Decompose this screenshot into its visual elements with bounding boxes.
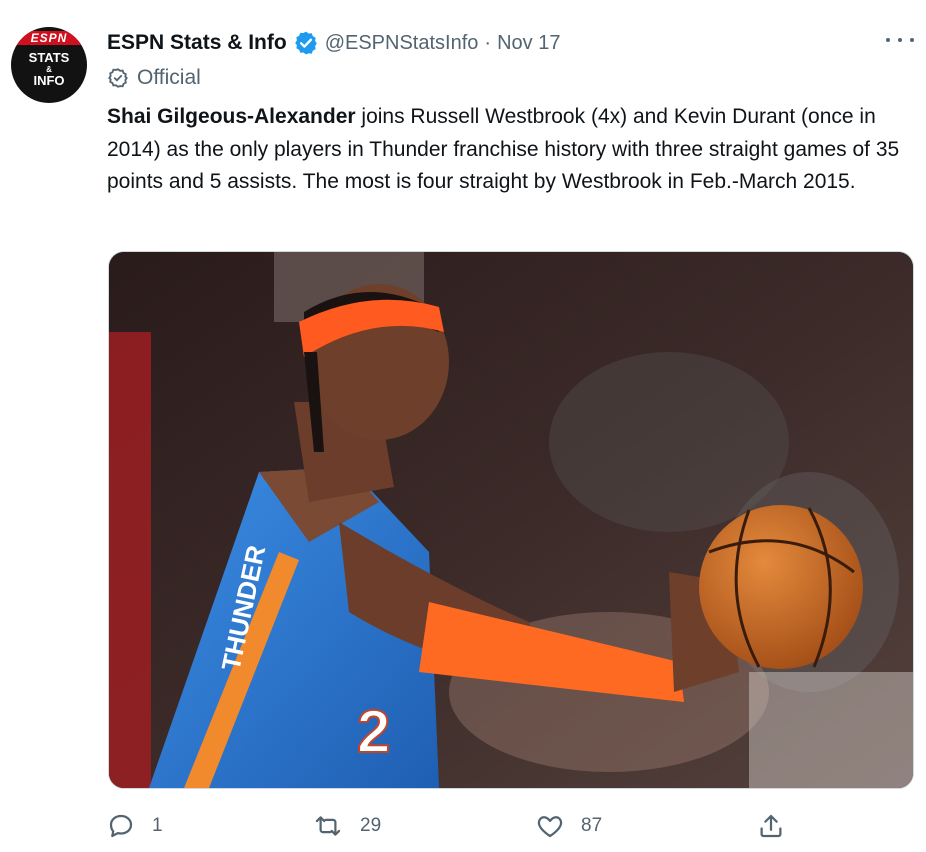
- tweet-header: ESPN Stats & Info @ESPNStatsInfo · Nov 17: [107, 28, 560, 58]
- action-bar: 1 29 87: [0, 808, 926, 844]
- reply-count: 1: [152, 815, 163, 836]
- more-icon[interactable]: [886, 30, 914, 50]
- official-icon: [108, 68, 128, 88]
- official-text: Official: [137, 66, 201, 89]
- avatar-line-3: INFO: [33, 73, 65, 88]
- retweet-count: 29: [360, 815, 382, 836]
- jersey-number: 2: [357, 698, 390, 765]
- like-button[interactable]: 87: [535, 808, 602, 844]
- meta-separator: ·: [484, 31, 492, 54]
- official-label: Official: [107, 66, 201, 90]
- retweet-icon: [315, 816, 341, 836]
- tweet-date[interactable]: Nov 17: [497, 32, 560, 54]
- share-button[interactable]: [756, 808, 802, 844]
- avatar-line-1: STATS: [28, 50, 70, 65]
- tweet-text: Shai Gilgeous-Alexander joins Russell We…: [107, 101, 907, 199]
- avatar[interactable]: ESPN STATS & INFO: [11, 27, 87, 103]
- verified-icon: [294, 31, 317, 55]
- reply-button[interactable]: 1: [106, 808, 163, 844]
- tweet-card[interactable]: ESPN STATS & INFO ESPN Stats & Info @ESP…: [0, 0, 926, 852]
- like-icon: [537, 816, 563, 838]
- like-count: 87: [581, 815, 603, 836]
- account-name[interactable]: ESPN Stats & Info: [107, 31, 287, 55]
- tweet-photo[interactable]: THUNDER 2: [108, 251, 914, 789]
- reply-icon: [109, 814, 133, 838]
- tweet-bold-lead[interactable]: Shai Gilgeous-Alexander: [107, 105, 356, 128]
- player-photo: THUNDER 2: [109, 252, 913, 788]
- retweet-button[interactable]: 29: [312, 808, 381, 844]
- avatar-brand: ESPN: [17, 31, 81, 45]
- account-handle[interactable]: @ESPNStatsInfo: [325, 32, 479, 54]
- share-icon: [760, 814, 782, 838]
